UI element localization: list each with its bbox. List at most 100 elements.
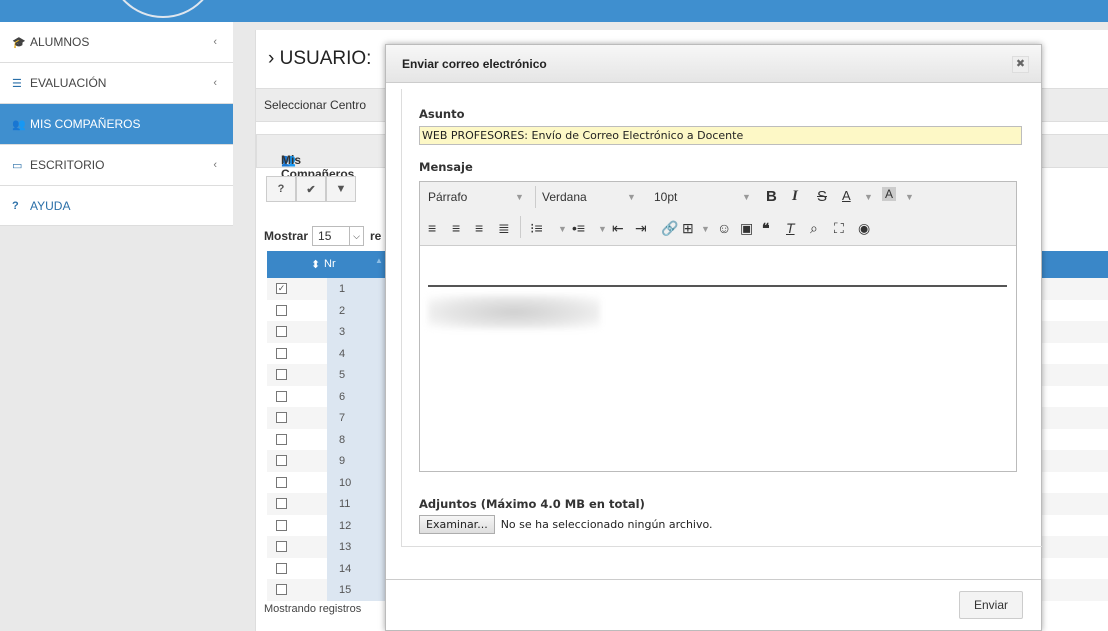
italic-icon[interactable]: I — [792, 188, 798, 205]
row-number: 7 — [327, 407, 389, 429]
row-checkbox[interactable]: ✓ — [276, 283, 287, 294]
chevron-left-icon: ‹ — [213, 159, 217, 171]
bg-color-icon[interactable]: A — [882, 187, 897, 201]
sidebar-item-alumnos[interactable]: 🎓 ALUMNOS ‹ — [0, 22, 233, 63]
row-checkbox[interactable] — [276, 476, 287, 488]
outdent-icon[interactable]: ⇤ — [612, 220, 624, 237]
close-icon[interactable]: ✖ — [1012, 56, 1029, 73]
row-checkbox[interactable] — [276, 562, 287, 574]
desktop-icon: ▭ — [12, 159, 23, 172]
row-checkbox[interactable] — [276, 304, 287, 316]
sidebar-item-label: ESCRITORIO — [30, 158, 105, 172]
indent-icon[interactable]: ⇥ — [635, 220, 647, 237]
logo-arc — [108, 0, 218, 18]
row-number: 4 — [327, 342, 389, 364]
list-icon: ☰ — [12, 77, 22, 90]
bold-icon[interactable]: B — [766, 188, 777, 205]
rich-text-editor: Párrafo ▼ Verdana ▼ 10pt ▼ B I S A ▼ A ▼… — [419, 181, 1017, 472]
row-checkbox[interactable] — [276, 498, 287, 509]
chevron-down-icon: ▼ — [627, 192, 636, 202]
chevron-down-icon: ▼ — [598, 224, 607, 234]
row-checkbox[interactable] — [276, 584, 287, 595]
row-checkbox[interactable] — [276, 433, 287, 445]
link-icon[interactable]: 🔗 — [661, 220, 678, 237]
modal-title: Enviar correo electrónico — [402, 57, 547, 71]
chevron-down-icon: ▼ — [905, 192, 914, 202]
blockquote-icon[interactable]: ❝ — [762, 220, 770, 237]
row-checkbox[interactable] — [276, 390, 287, 402]
chevron-left-icon: ‹ — [213, 77, 217, 89]
row-checkbox[interactable] — [276, 347, 287, 359]
align-justify-icon[interactable]: ≣ — [498, 220, 510, 237]
row-number: 9 — [327, 450, 389, 472]
users-icon: 👥 — [12, 118, 26, 131]
sidebar-item-label: EVALUACIÓN — [30, 76, 107, 90]
column-header-nr[interactable]: Nr — [324, 258, 336, 270]
image-icon[interactable]: ▣ — [740, 220, 753, 237]
strikethrough-icon[interactable]: S — [817, 188, 827, 205]
file-input: Examinar... No se ha seleccionado ningún… — [419, 515, 713, 534]
row-checkbox[interactable] — [276, 412, 287, 423]
row-checkbox[interactable] — [276, 455, 287, 466]
check-button[interactable]: ✔ — [296, 176, 326, 202]
page-size-select[interactable]: 15 ⌵ — [312, 226, 365, 246]
preview-icon[interactable]: ◉ — [858, 220, 870, 237]
row-checkbox[interactable] — [276, 541, 287, 552]
bullet-list-icon[interactable]: •≡ — [572, 220, 585, 236]
row-number: 13 — [327, 536, 389, 558]
horizontal-rule — [428, 285, 1007, 287]
email-modal: Enviar correo electrónico ✖ Asunto WEB P… — [385, 44, 1042, 631]
align-left-icon[interactable]: ≡ — [428, 220, 436, 236]
chevron-left-icon: ‹ — [213, 36, 217, 48]
ordered-list-icon[interactable]: ⁝≡ — [530, 220, 543, 237]
send-button[interactable]: Enviar — [959, 591, 1023, 619]
chevron-down-icon: ▼ — [515, 192, 524, 202]
row-checkbox[interactable] — [276, 369, 287, 380]
clear-format-icon[interactable]: T — [786, 220, 795, 236]
modal-footer-divider — [386, 579, 1041, 580]
table-info: Mostrando registros — [264, 603, 362, 615]
question-icon: ? — [12, 199, 19, 212]
blurred-signature — [428, 295, 600, 329]
message-label: Mensaje — [419, 160, 473, 174]
sidebar-item-label: AYUDA — [30, 198, 71, 213]
help-button[interactable]: ? — [266, 176, 296, 202]
row-number: 11 — [327, 493, 389, 515]
emoticon-icon[interactable]: ☺ — [717, 220, 731, 236]
find-icon[interactable]: ⌕ — [810, 220, 818, 237]
text-color-icon[interactable]: A — [842, 188, 851, 203]
chevron-down-icon: ▼ — [701, 224, 710, 234]
row-checkbox[interactable] — [276, 519, 287, 531]
sort-asc-icon: ▲ — [375, 256, 383, 265]
row-number: 6 — [327, 385, 389, 407]
row-number: 5 — [327, 364, 389, 386]
browse-button[interactable]: Examinar... — [419, 515, 495, 534]
subject-input[interactable]: WEB PROFESORES: Envío de Correo Electrón… — [419, 126, 1022, 145]
table-toolbar: ? ✔ ▼ — [266, 176, 356, 202]
fullscreen-icon[interactable]: ⛶ — [834, 220, 844, 237]
sidebar-item-mis-companeros[interactable]: 👥 MIS COMPAÑEROS — [0, 104, 233, 145]
chevron-down-icon: ▼ — [558, 224, 567, 234]
sidebar-item-ayuda[interactable]: ? AYUDA — [0, 186, 233, 226]
row-number: 1 — [327, 278, 389, 300]
align-right-icon[interactable]: ≡ — [475, 220, 483, 236]
editor-toolbar-bottom: ≡ ≡ ≡ ≣ ⁝≡ ▼ •≡ ▼ ⇤ ⇥ 🔗 ⊞ ▼ ☺ ▣ ❝ T ⌕ ⛶ … — [420, 212, 1016, 246]
sidebar-item-escritorio[interactable]: ▭ ESCRITORIO ‹ — [0, 145, 233, 186]
row-number: 12 — [327, 514, 389, 536]
sidebar-item-evaluacion[interactable]: ☰ EVALUACIÓN ‹ — [0, 63, 233, 104]
align-center-icon[interactable]: ≡ — [452, 220, 460, 236]
row-number: 14 — [327, 557, 389, 579]
filter-button[interactable]: ▼ — [326, 176, 356, 202]
sort-icon[interactable]: ⬍ — [311, 258, 320, 271]
row-checkbox[interactable] — [276, 326, 287, 337]
subject-label: Asunto — [419, 107, 465, 121]
table-icon[interactable]: ⊞ — [682, 220, 694, 237]
row-number: 15 — [327, 579, 389, 601]
row-number: 2 — [327, 299, 389, 321]
chevron-down-icon: ▼ — [864, 192, 873, 202]
sidebar-item-label: MIS COMPAÑEROS — [30, 117, 141, 131]
top-bar — [0, 0, 1108, 22]
editor-toolbar-top: Párrafo ▼ Verdana ▼ 10pt ▼ B I S A ▼ A ▼ — [420, 182, 1016, 212]
attachments-label: Adjuntos (Máximo 4.0 MB en total) — [419, 497, 645, 511]
sidebar: 🎓 ALUMNOS ‹ ☰ EVALUACIÓN ‹ 👥 MIS COMPAÑE… — [0, 22, 233, 631]
